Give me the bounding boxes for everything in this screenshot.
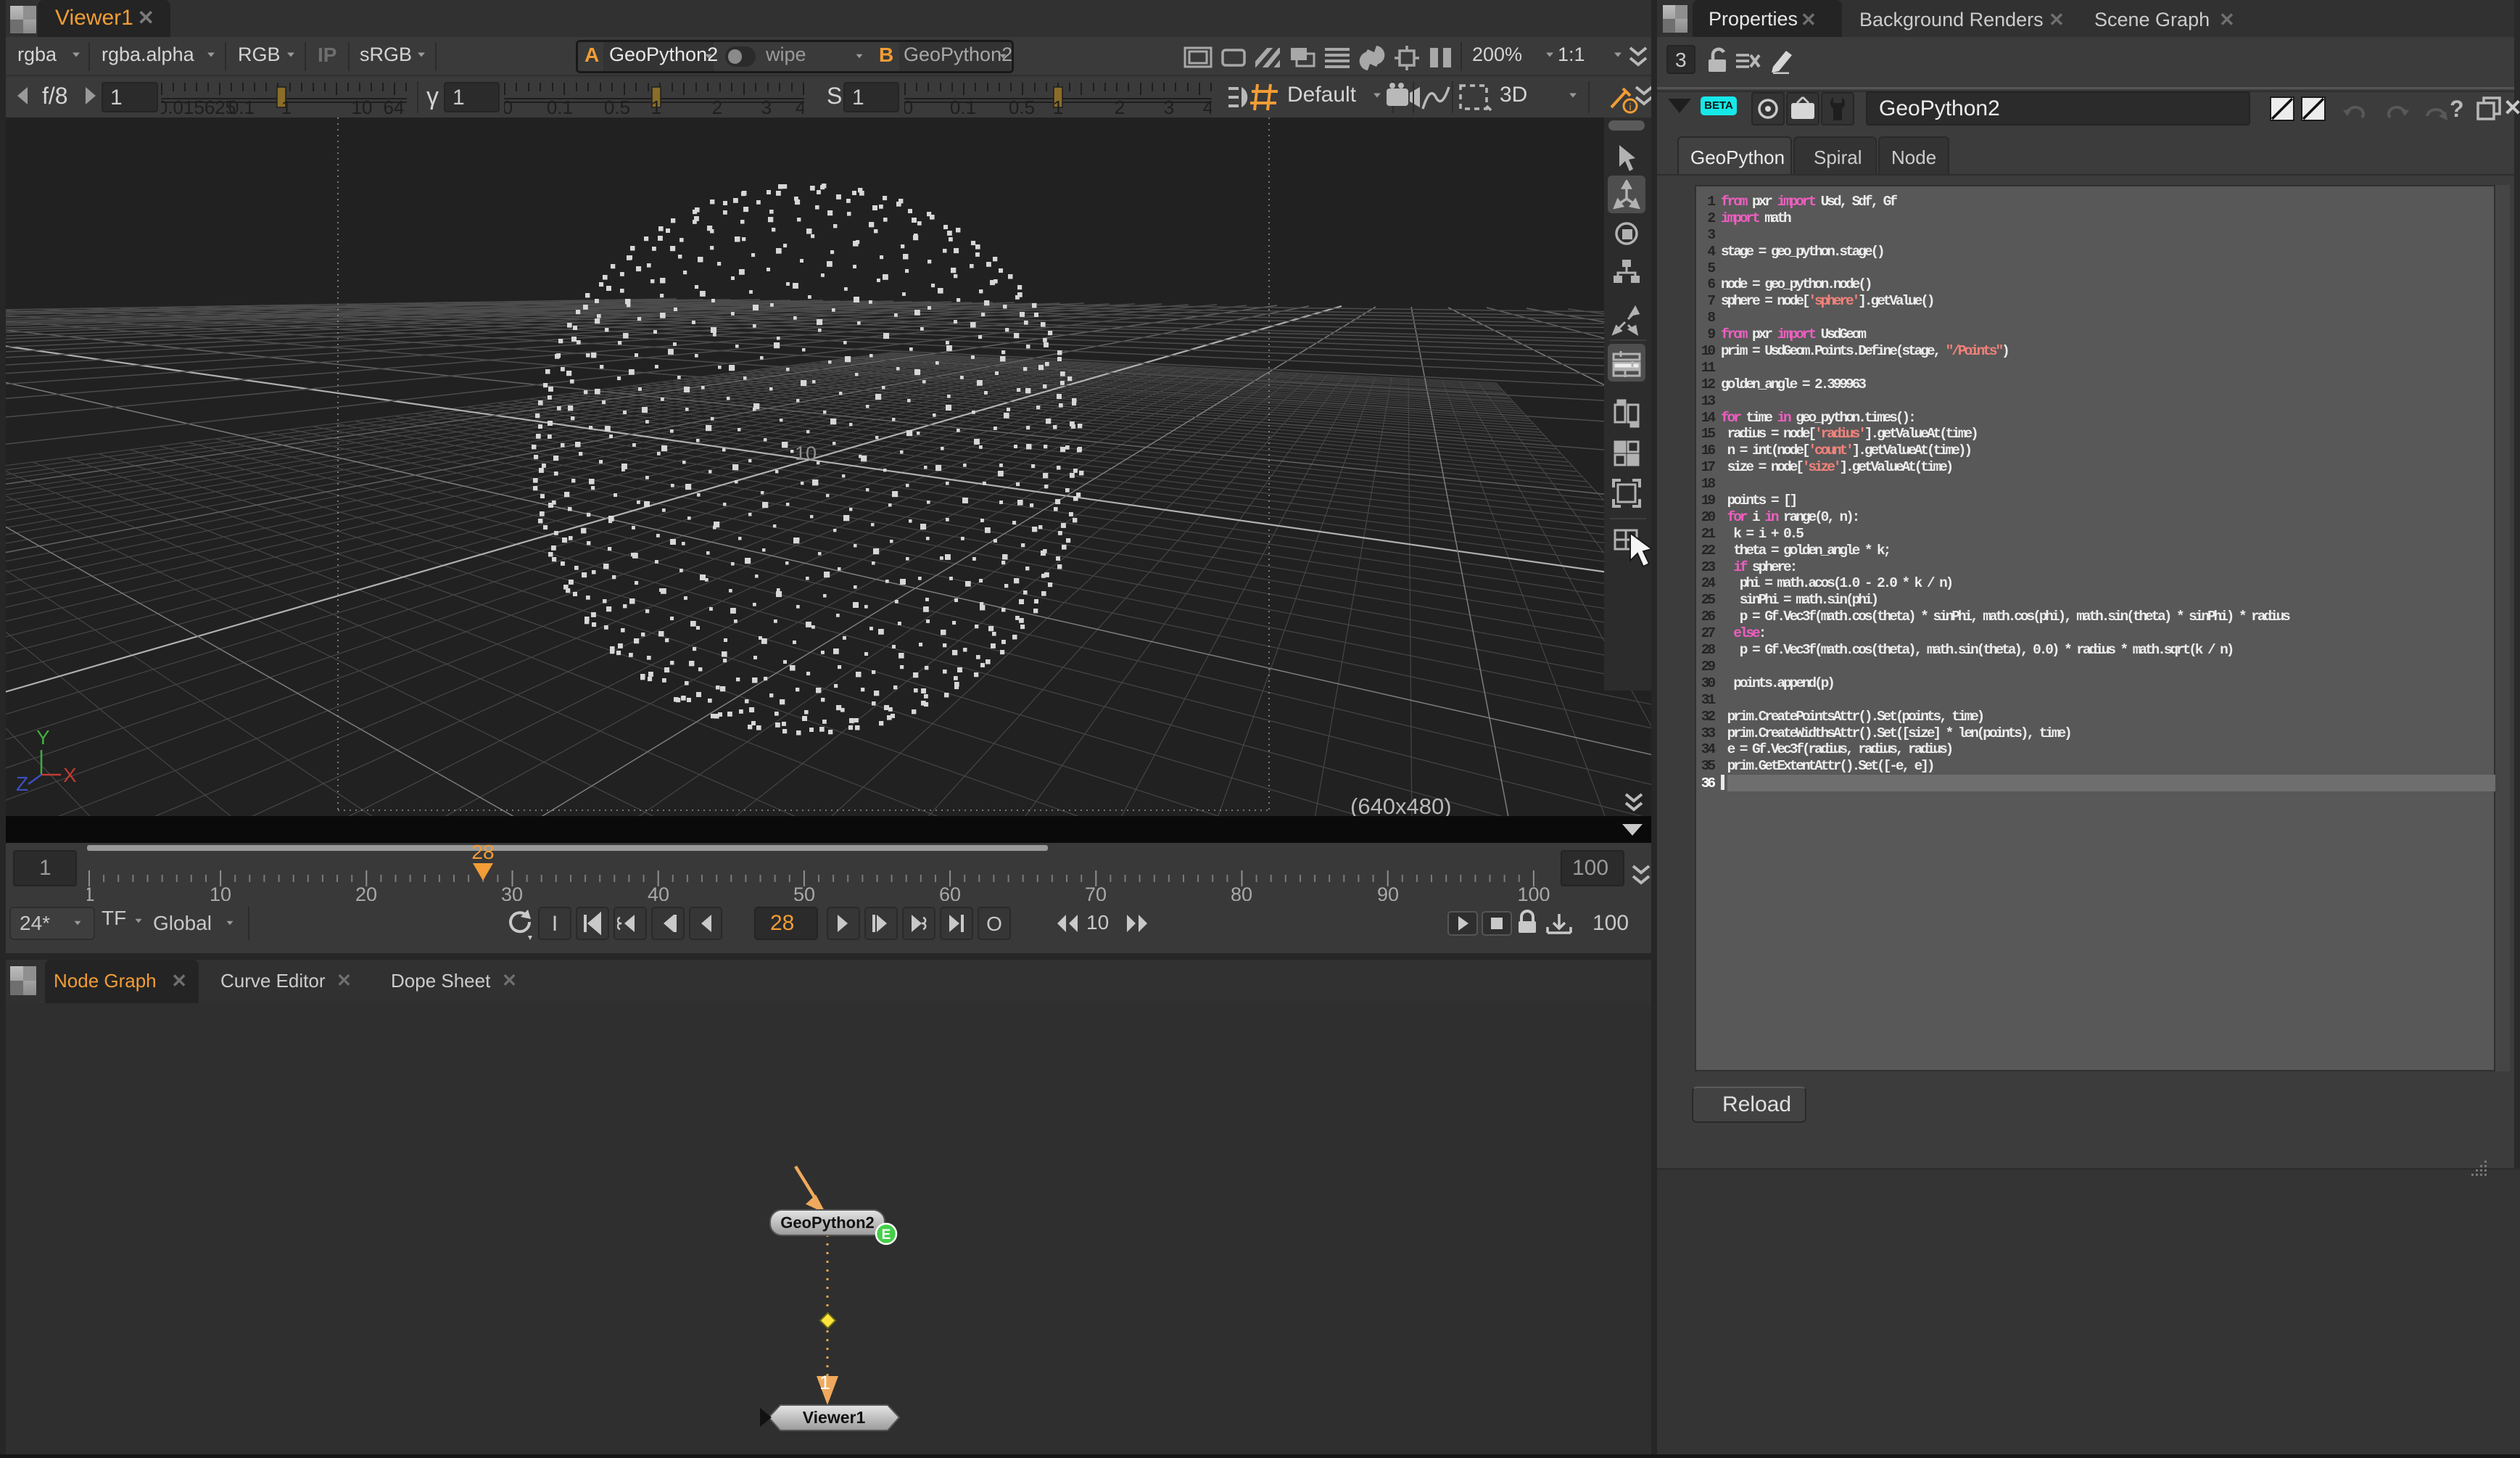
svg-text:3: 3 [1164,96,1174,115]
svg-text:0.5: 0.5 [604,96,630,115]
svg-text:10: 10 [352,96,373,115]
svg-text:0: 0 [904,96,913,115]
svg-text:X: X [63,764,77,786]
svg-text:I: I [552,912,558,936]
svg-text:1: 1 [651,96,661,115]
svg-text:0.015625: 0.015625 [161,96,236,115]
svg-text:50: 50 [793,884,815,901]
svg-text:40: 40 [648,884,669,901]
svg-text:100: 100 [1517,884,1550,901]
svg-text:1: 1 [819,1372,830,1393]
svg-text:(640x480): (640x480) [1350,794,1452,816]
svg-text:Z: Z [16,773,28,795]
svg-text:0.1: 0.1 [228,96,255,115]
svg-text:0.1: 0.1 [950,96,976,115]
svg-text:2: 2 [712,96,722,115]
svg-text:90: 90 [1377,884,1399,901]
svg-text:0.5: 0.5 [1009,96,1035,115]
svg-text:2: 2 [1115,96,1125,115]
svg-text:64: 64 [384,96,405,115]
svg-text:1: 1 [1053,96,1063,115]
svg-text:10: 10 [795,442,817,464]
svg-text:20: 20 [355,884,377,901]
svg-text:0.1: 0.1 [547,96,573,115]
svg-text:GeoPython2: GeoPython2 [780,1214,875,1232]
svg-text:i: i [1629,101,1631,112]
svg-text:4: 4 [796,96,804,115]
svg-text:4: 4 [1203,96,1212,115]
svg-text:28: 28 [471,843,494,863]
svg-text:70: 70 [1085,884,1107,901]
svg-text:10: 10 [210,884,231,901]
svg-text:O: O [986,913,1002,935]
svg-text:1: 1 [281,96,292,115]
svg-text:E: E [882,1227,891,1243]
svg-text:3: 3 [761,96,772,115]
svg-text:Y: Y [36,726,50,749]
svg-text:1: 1 [87,884,95,901]
svg-text:0: 0 [504,96,513,115]
svg-text:Viewer1: Viewer1 [803,1408,866,1427]
svg-text:80: 80 [1231,884,1252,901]
svg-text:30: 30 [501,884,523,901]
svg-text:60: 60 [939,884,961,901]
